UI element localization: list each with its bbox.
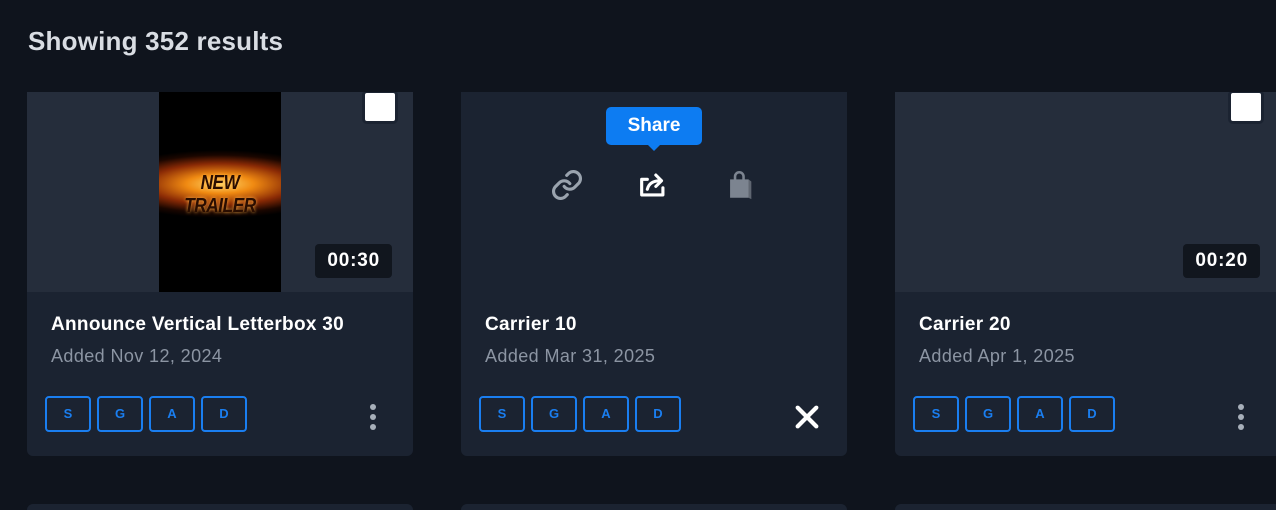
tag-d[interactable]: D xyxy=(201,396,247,432)
asset-meta: Carrier 20 Added Apr 1, 2025 xyxy=(919,314,1075,367)
tag-s[interactable]: S xyxy=(479,396,525,432)
asset-meta: Carrier 10 Added Mar 31, 2025 xyxy=(485,314,655,367)
tag-list: S G A D xyxy=(45,396,253,432)
asset-title[interactable]: Announce Vertical Letterbox 30 xyxy=(51,314,344,336)
asset-thumbnail[interactable]: 00:20 xyxy=(895,92,1276,292)
tag-g[interactable]: G xyxy=(531,396,577,432)
asset-card-next-row[interactable] xyxy=(461,504,847,510)
shopping-bag-icon[interactable] xyxy=(723,168,757,202)
tag-d[interactable]: D xyxy=(635,396,681,432)
results-page: Showing 352 results NEW TRAILER 00:30 An… xyxy=(0,0,1276,510)
asset-card[interactable]: Share Carrier 10 Added Mar 31, 2025 S G … xyxy=(461,92,847,456)
share-tooltip: Share xyxy=(606,107,702,151)
asset-card[interactable]: 00:20 Carrier 20 Added Apr 1, 2025 S G A… xyxy=(895,92,1276,456)
asset-card-next-row[interactable] xyxy=(27,504,413,510)
tag-a[interactable]: A xyxy=(583,396,629,432)
results-grid: NEW TRAILER 00:30 Announce Vertical Lett… xyxy=(0,92,1276,510)
results-count-heading: Showing 352 results xyxy=(28,26,284,56)
added-date: Added Mar 31, 2025 xyxy=(485,346,656,366)
tag-g[interactable]: G xyxy=(965,396,1011,432)
added-date: Added Apr 1, 2025 xyxy=(919,346,1075,366)
select-checkbox[interactable] xyxy=(362,92,398,124)
more-vertical-icon[interactable] xyxy=(369,404,377,430)
tag-g[interactable]: G xyxy=(97,396,143,432)
poster-text: NEW TRAILER xyxy=(184,172,256,217)
tag-s[interactable]: S xyxy=(45,396,91,432)
duration-badge: 00:30 xyxy=(315,244,392,278)
tag-s[interactable]: S xyxy=(913,396,959,432)
asset-thumbnail[interactable]: NEW TRAILER 00:30 xyxy=(27,92,413,292)
select-checkbox[interactable] xyxy=(1228,92,1264,124)
duration-badge: 00:20 xyxy=(1183,244,1260,278)
asset-card[interactable]: NEW TRAILER 00:30 Announce Vertical Lett… xyxy=(27,92,413,456)
added-date: Added Nov 12, 2024 xyxy=(51,346,223,366)
asset-meta: Announce Vertical Letterbox 30 Added Nov… xyxy=(51,314,344,367)
tag-a[interactable]: A xyxy=(149,396,195,432)
asset-thumbnail[interactable]: Share xyxy=(461,92,847,292)
more-vertical-icon[interactable] xyxy=(1237,404,1245,430)
tag-a[interactable]: A xyxy=(1017,396,1063,432)
close-icon[interactable] xyxy=(793,403,821,431)
link-icon[interactable] xyxy=(550,168,584,202)
hover-actions: Share xyxy=(461,92,847,292)
tag-list: S G A D xyxy=(913,396,1121,432)
share-icon[interactable] xyxy=(636,168,670,202)
asset-title[interactable]: Carrier 10 xyxy=(485,314,655,336)
tag-d[interactable]: D xyxy=(1069,396,1115,432)
poster-image: NEW TRAILER xyxy=(159,92,281,292)
asset-title[interactable]: Carrier 20 xyxy=(919,314,1075,336)
tag-list: S G A D xyxy=(479,396,687,432)
asset-card-next-row[interactable] xyxy=(895,504,1276,510)
